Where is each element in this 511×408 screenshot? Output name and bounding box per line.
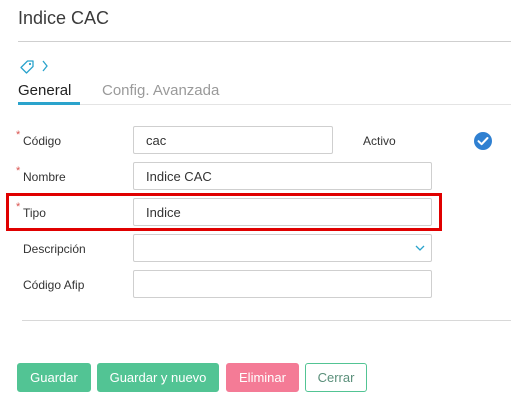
tipo-label: Tipo [23, 206, 46, 220]
cerrar-button[interactable]: Cerrar [305, 363, 367, 392]
required-marker: * [16, 201, 21, 213]
tipo-input[interactable] [133, 198, 432, 226]
codigo-label: Código [23, 134, 62, 148]
descripcion-select[interactable] [133, 234, 432, 262]
tab-config-avanzada[interactable]: Config. Avanzada [102, 82, 219, 99]
check-circle-icon[interactable] [473, 131, 493, 151]
eliminar-button[interactable]: Eliminar [226, 363, 299, 392]
guardar-button[interactable]: Guardar [17, 363, 91, 392]
active-tab-indicator [18, 102, 80, 105]
chevron-right-icon[interactable] [40, 58, 50, 74]
tag-icon[interactable] [19, 59, 35, 75]
tabs-divider [18, 104, 511, 105]
chevron-down-icon[interactable] [414, 242, 426, 254]
descripcion-label: Descripción [23, 242, 86, 256]
page-title: Indice CAC [18, 8, 110, 28]
guardar-y-nuevo-button[interactable]: Guardar y nuevo [97, 363, 219, 392]
descripcion-input[interactable] [133, 234, 432, 262]
nombre-input[interactable] [133, 162, 432, 190]
codigo-afip-input[interactable] [133, 270, 432, 298]
title-divider [18, 41, 511, 42]
tab-general[interactable]: General [18, 82, 71, 99]
required-marker: * [16, 165, 21, 177]
nombre-label: Nombre [23, 170, 66, 184]
codigo-input[interactable] [133, 126, 333, 154]
codigo-afip-label: Código Afip [23, 278, 85, 292]
activo-label: Activo [363, 134, 396, 148]
required-marker: * [16, 129, 21, 141]
form-divider [22, 320, 511, 321]
